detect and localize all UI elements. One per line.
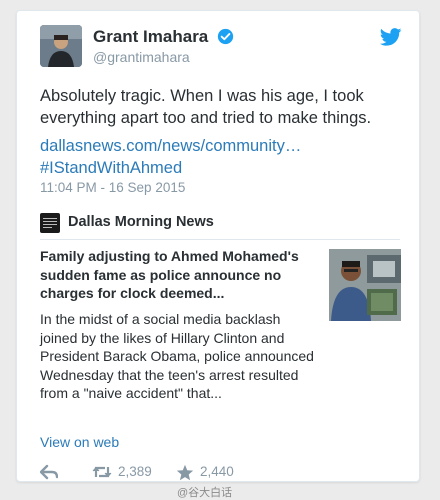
star-icon[interactable] xyxy=(176,464,194,481)
retweet-count: 2,389 xyxy=(118,464,152,479)
view-on-web-link[interactable]: View on web xyxy=(40,434,119,450)
verified-badge-icon xyxy=(217,28,234,45)
reply-icon[interactable] xyxy=(40,464,58,480)
author-handle[interactable]: @grantimahara xyxy=(93,49,190,65)
tweet-card: Grant Imahara @grantimahara Absolutely t… xyxy=(16,10,420,482)
like-count: 2,440 xyxy=(200,464,234,479)
card-summary: In the midst of a social media backlash … xyxy=(40,311,314,401)
avatar[interactable] xyxy=(40,25,82,67)
tweet-timestamp[interactable]: 11:04 PM - 16 Sep 2015 xyxy=(40,180,185,195)
tweet-link[interactable]: dallasnews.com/news/community… xyxy=(40,135,410,157)
card-divider xyxy=(40,239,400,240)
newspaper-logo-icon xyxy=(40,213,60,233)
card-source-name[interactable]: Dallas Morning News xyxy=(68,214,214,230)
tweet-text: Absolutely tragic. When I was his age, I… xyxy=(40,87,372,127)
author-name[interactable]: Grant Imahara xyxy=(93,27,208,47)
watermark-text: @谷大白话 xyxy=(177,487,233,499)
hashtag-link[interactable]: #IStandWithAhmed xyxy=(40,157,410,179)
card-headline[interactable]: Family adjusting to Ahmed Mohamed's sudd… xyxy=(40,247,310,303)
twitter-bird-icon[interactable] xyxy=(380,28,402,46)
card-thumbnail[interactable] xyxy=(329,249,401,321)
retweet-icon[interactable] xyxy=(92,464,112,480)
